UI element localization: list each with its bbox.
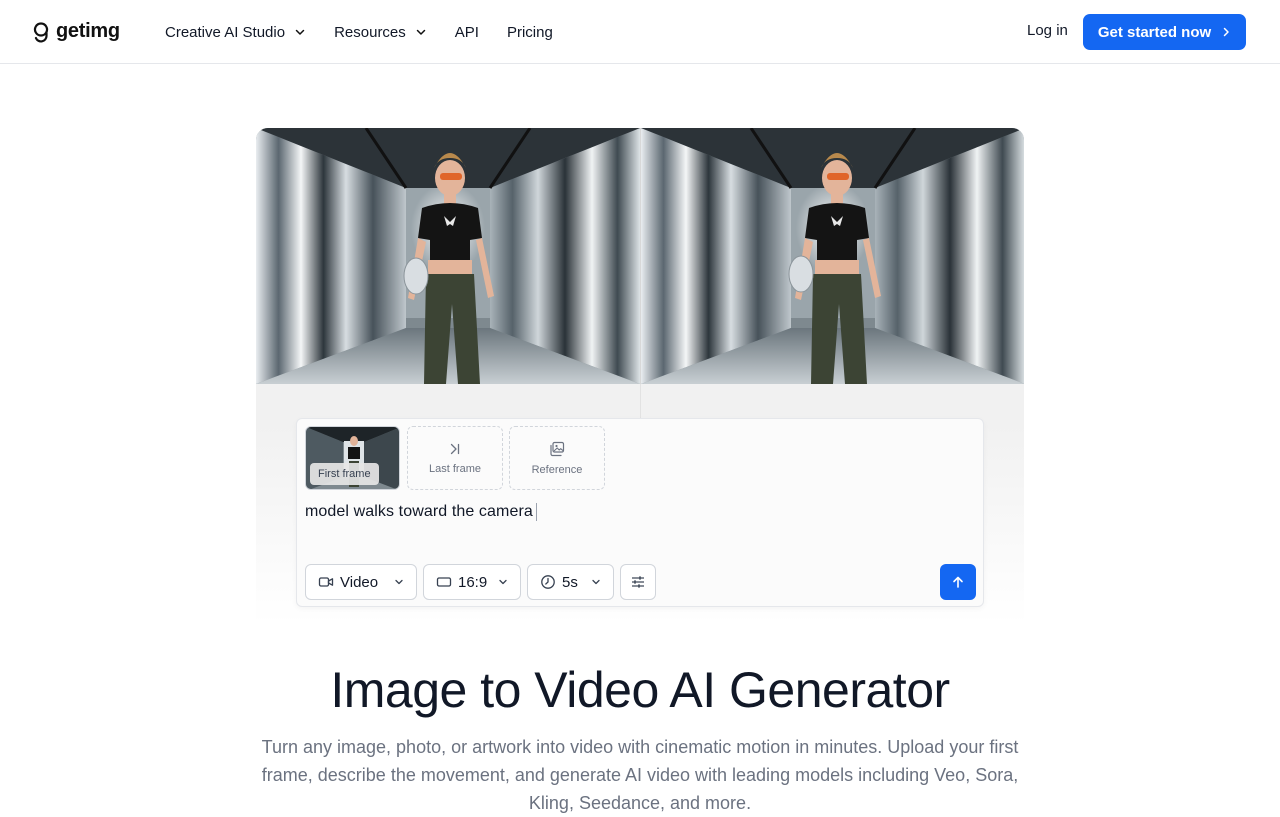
reference-slot[interactable]: Reference (509, 426, 605, 490)
text-caret (535, 503, 537, 521)
nav-pricing[interactable]: Pricing (507, 24, 553, 41)
nav-link-label: API (454, 23, 479, 41)
settings-button[interactable] (620, 564, 656, 600)
corridor-model-image (640, 128, 1024, 384)
video-camera-icon (318, 577, 334, 587)
logo[interactable]: getimg (32, 20, 120, 43)
skip-forward-icon (450, 443, 460, 454)
images-icon (550, 441, 565, 456)
aspect-ratio-icon (436, 577, 452, 587)
chevron-down-icon (295, 29, 305, 35)
nav-link-label: Resources (334, 23, 406, 41)
mode-label: Video (340, 573, 379, 591)
page-title: Image to Video AI Generator (330, 662, 950, 718)
login-link[interactable]: Log in (1027, 22, 1068, 39)
aspect-ratio-label: 16:9 (458, 573, 488, 591)
nav-link-label: Creative AI Studio (165, 23, 286, 41)
chevron-down-icon (499, 579, 507, 585)
chevron-down-icon (416, 29, 426, 35)
arrow-up-icon (953, 576, 963, 588)
logo-mark-icon (33, 21, 49, 42)
prompt-composer: First frame Last frame Reference model w… (296, 418, 984, 607)
duration-select[interactable]: 5s (527, 564, 614, 600)
nav-link-label: Pricing (506, 23, 553, 41)
nav-creative-ai-studio[interactable]: Creative AI Studio (165, 24, 306, 41)
page-subtitle: Turn any image, photo, or artwork into v… (261, 737, 1019, 813)
top-navbar: getimg Creative AI Studio Resources API … (0, 0, 1280, 64)
first-frame-slot[interactable]: First frame (305, 426, 400, 490)
sliders-icon (632, 576, 644, 588)
prompt-text: model walks toward the camera (305, 503, 533, 520)
main-nav: Creative AI Studio Resources API Pricing (165, 0, 581, 64)
mode-select[interactable]: Video (305, 564, 417, 600)
get-started-button[interactable]: Get started now (1083, 14, 1246, 50)
chevron-right-icon (1223, 27, 1229, 37)
last-frame-label: Last frame (429, 462, 481, 475)
logo-text: getimg (56, 20, 120, 42)
nav-api[interactable]: API (455, 24, 479, 41)
video-frames (256, 128, 1024, 384)
get-started-label: Get started now (1097, 23, 1212, 41)
last-frame-slot[interactable]: Last frame (407, 426, 503, 490)
chevron-down-icon (395, 579, 403, 585)
generate-button[interactable] (940, 564, 976, 600)
reference-label: Reference (531, 463, 583, 476)
duration-label: 5s (562, 573, 578, 591)
aspect-ratio-select[interactable]: 16:9 (423, 564, 521, 600)
first-frame-image (256, 128, 640, 384)
last-frame-image (639, 128, 1024, 384)
prompt-input[interactable]: model walks toward the camera (305, 503, 537, 521)
clock-icon (541, 575, 555, 589)
first-frame-badge: First frame (310, 463, 379, 485)
nav-resources[interactable]: Resources (334, 24, 427, 41)
corridor-model-image (256, 128, 640, 384)
chevron-down-icon (592, 579, 600, 585)
